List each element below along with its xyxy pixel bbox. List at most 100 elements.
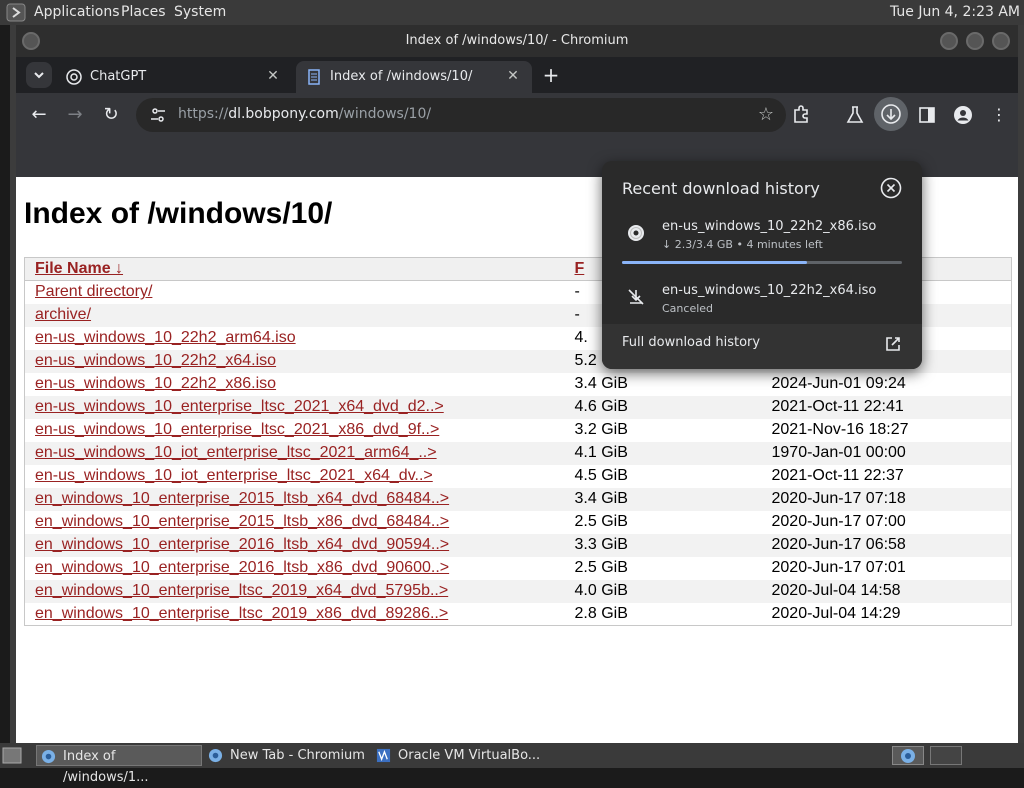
sort-by-name-link[interactable]: File Name ↓ (35, 260, 123, 277)
back-button[interactable]: ← (28, 104, 50, 126)
minimize-button[interactable] (940, 32, 958, 50)
file-size-cell: 4.0 GiB (564, 579, 762, 603)
tab-index-windows-10[interactable]: Index of /windows/10/ ✕ (296, 61, 532, 93)
table-row: en_windows_10_enterprise_2016_ltsb_x64_d… (24, 533, 1012, 557)
system-logo-icon[interactable] (6, 3, 26, 22)
close-tab-icon[interactable]: ✕ (504, 67, 522, 85)
file-link[interactable]: en_windows_10_enterprise_ltsc_2019_x64_d… (35, 582, 448, 599)
file-name-cell: Parent directory/ (25, 281, 565, 304)
site-settings-icon[interactable] (150, 107, 166, 123)
chromium-icon (901, 749, 915, 763)
file-link[interactable]: en-us_windows_10_iot_enterprise_ltsc_202… (35, 444, 437, 461)
file-name-cell: en-us_windows_10_22h2_arm64.iso (25, 327, 565, 350)
clock[interactable]: Tue Jun 4, 2:23 AM (890, 4, 1020, 20)
file-link[interactable]: en-us_windows_10_enterprise_ltsc_2021_x6… (35, 398, 444, 415)
download-item-x86[interactable]: en-us_windows_10_22h2_x86.iso ↓ 2.3/3.4 … (602, 211, 922, 267)
file-link[interactable]: archive/ (35, 306, 91, 323)
file-size-cell: 4.1 GiB (564, 441, 762, 465)
file-size-cell: 2.5 GiB (574, 559, 628, 576)
table-row: en-us_windows_10_enterprise_ltsc_2021_x6… (24, 395, 1012, 419)
file-date-cell: 2020-Jun-17 07:18 (761, 487, 1012, 511)
file-size-cell: 2.5 GiB (574, 513, 628, 530)
table-row: en_windows_10_enterprise_2016_ltsb_x86_d… (25, 557, 1012, 580)
url-text[interactable]: https://dl.bobpony.com/windows/10/ (178, 106, 431, 122)
file-link[interactable]: Parent directory/ (35, 283, 152, 300)
file-name-cell: en-us_windows_10_iot_enterprise_ltsc_202… (25, 465, 565, 488)
taskbar-item-chromium-index[interactable]: Index of /windows/1... (36, 745, 202, 785)
sort-by-size-link[interactable]: F (575, 260, 585, 277)
taskbar-item-virtualbox[interactable]: Oracle VM VirtualBo... (372, 745, 542, 766)
side-panel-icon[interactable] (916, 104, 938, 126)
column-header-file-name[interactable]: File Name ↓ (24, 257, 565, 281)
file-date-cell: 2020-Jun-17 07:00 (771, 513, 906, 530)
file-link[interactable]: en-us_windows_10_22h2_arm64.iso (35, 329, 296, 346)
tab-chatgpt[interactable]: ChatGPT ✕ (56, 61, 292, 93)
file-size-cell: 4.5 GiB (574, 467, 628, 484)
show-desktop-icon[interactable] (2, 747, 22, 764)
chevron-down-icon (34, 72, 44, 79)
file-date-cell: 2020-Jun-17 06:58 (761, 533, 1012, 557)
popup-title: Recent download history (622, 179, 820, 198)
labs-flask-icon[interactable] (844, 104, 866, 126)
window-menu-button[interactable] (22, 32, 40, 50)
file-link[interactable]: en_windows_10_enterprise_2016_ltsb_x64_d… (35, 536, 449, 553)
close-tab-icon[interactable]: ✕ (264, 67, 282, 85)
download-item-x64[interactable]: en-us_windows_10_22h2_x64.iso Canceled (602, 275, 922, 331)
menu-system[interactable]: System (174, 4, 226, 20)
file-link[interactable]: en-us_windows_10_22h2_x64.iso (35, 352, 276, 369)
top-panel: Applications Places System Tue Jun 4, 2:… (0, 0, 1024, 25)
table-row: en_windows_10_enterprise_2015_ltsb_x64_d… (24, 487, 1012, 511)
more-menu-icon[interactable]: ⋮ (988, 104, 1010, 126)
file-link[interactable]: en_windows_10_enterprise_ltsc_2019_x86_d… (35, 605, 448, 622)
file-link[interactable]: en-us_windows_10_22h2_x86.iso (35, 375, 276, 392)
profile-avatar-icon[interactable] (952, 104, 974, 126)
file-date-cell: 2021-Oct-11 22:41 (761, 395, 1012, 419)
taskbar-item-label: Index of /windows/1... (63, 749, 149, 785)
reload-button[interactable]: ↻ (100, 104, 122, 126)
file-link[interactable]: en_windows_10_enterprise_2015_ltsb_x86_d… (35, 513, 449, 530)
download-history-popup: Recent download history en-us_windows_10… (602, 161, 922, 369)
window-title: Index of /windows/10/ - Chromium (405, 33, 629, 48)
close-popup-icon[interactable] (880, 177, 902, 199)
download-filename: en-us_windows_10_22h2_x64.iso (662, 283, 877, 298)
menu-places[interactable]: Places (121, 4, 166, 20)
virtualbox-icon (376, 748, 391, 763)
tab-strip: ChatGPT ✕ Index of /windows/10/ ✕ + (16, 57, 1018, 93)
taskbar-item-new-tab[interactable]: New Tab - Chromium (204, 745, 370, 766)
downloads-button[interactable] (874, 97, 908, 131)
file-name-cell: en_windows_10_enterprise_2016_ltsb_x86_d… (25, 557, 565, 580)
file-link[interactable]: en_windows_10_enterprise_2016_ltsb_x86_d… (35, 559, 449, 576)
workspace-switcher[interactable] (892, 746, 924, 765)
chatgpt-icon (66, 69, 82, 85)
disc-image-icon (628, 225, 644, 241)
table-row: en_windows_10_enterprise_2015_ltsb_x86_d… (25, 511, 1012, 534)
file-link[interactable]: en-us_windows_10_iot_enterprise_ltsc_202… (35, 467, 433, 484)
bookmark-star-icon[interactable]: ☆ (758, 104, 774, 125)
page-heading: Index of /windows/10/ (24, 197, 333, 230)
new-tab-button[interactable]: + (540, 65, 562, 87)
tab-label: ChatGPT (90, 69, 147, 84)
extensions-icon[interactable] (790, 104, 812, 126)
download-status: Canceled (662, 302, 714, 315)
table-row: en-us_windows_10_iot_enterprise_ltsc_202… (25, 465, 1012, 488)
window-titlebar[interactable]: Index of /windows/10/ - Chromium (16, 25, 1018, 57)
file-size-cell: 3.4 GiB (564, 487, 762, 511)
full-download-history-link[interactable]: Full download history (602, 324, 922, 369)
file-name-cell: en_windows_10_enterprise_ltsc_2019_x86_d… (25, 603, 565, 626)
forward-button[interactable]: → (64, 104, 86, 126)
file-date-cell: 2020-Jun-17 07:01 (771, 559, 906, 576)
close-window-button[interactable] (992, 32, 1010, 50)
chromium-icon (41, 749, 56, 764)
workspace-2[interactable] (930, 746, 962, 765)
file-size-cell: 3.4 GiB (574, 375, 628, 392)
file-size-cell: 3.2 GiB (574, 421, 628, 438)
taskbar-item-label: Oracle VM VirtualBo... (398, 748, 541, 763)
file-link[interactable]: en-us_windows_10_enterprise_ltsc_2021_x8… (35, 421, 439, 438)
tab-search-button[interactable] (26, 62, 52, 88)
address-bar[interactable]: https://dl.bobpony.com/windows/10/ ☆ (136, 98, 786, 132)
maximize-button[interactable] (966, 32, 984, 50)
file-date-cell: 2024-Jun-01 09:24 (771, 375, 906, 392)
menu-applications[interactable]: Applications (34, 4, 120, 20)
download-progress-fill (622, 261, 807, 264)
file-link[interactable]: en_windows_10_enterprise_2015_ltsb_x64_d… (35, 490, 449, 507)
